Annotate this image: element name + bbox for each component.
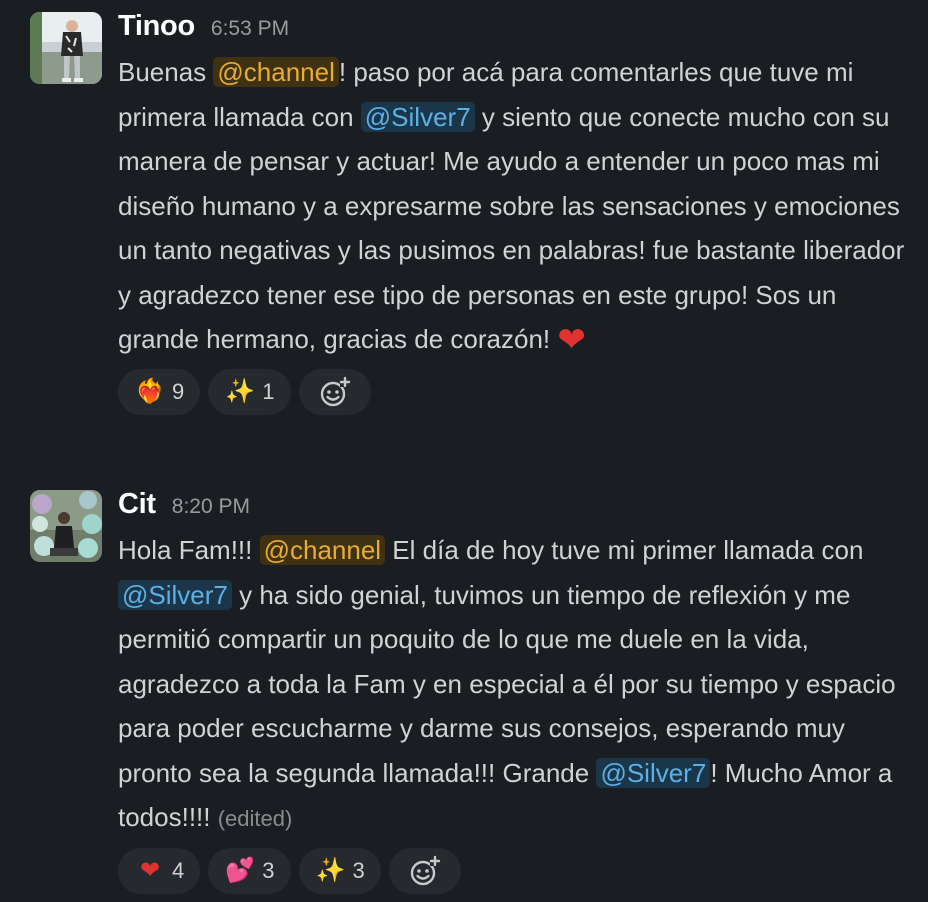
author-name[interactable]: Cit bbox=[118, 488, 156, 521]
text-segment: Hola Fam!!! bbox=[118, 535, 260, 565]
avatar[interactable] bbox=[30, 490, 102, 562]
two-hearts-emoji: 💕 bbox=[225, 856, 256, 884]
reaction-pill[interactable]: ❤‍🔥 9 bbox=[118, 368, 201, 415]
text-segment: El día de hoy tuve mi primer llamada con bbox=[385, 535, 864, 565]
reaction-count: 3 bbox=[262, 857, 275, 883]
sparkles-emoji: ✨ bbox=[315, 856, 346, 884]
reaction-bar: ❤ 4 💕 3 ✨ 3 bbox=[118, 847, 918, 894]
channel-mention[interactable]: @channel bbox=[213, 57, 339, 87]
sparkles-emoji: ✨ bbox=[225, 377, 256, 405]
heart-on-fire-emoji: ❤‍🔥 bbox=[135, 377, 165, 405]
user-mention[interactable]: @Silver7 bbox=[360, 101, 475, 132]
add-reaction-icon bbox=[410, 855, 440, 885]
message-text: Buenas @channel! paso por acá para comen… bbox=[118, 50, 918, 363]
reaction-count: 1 bbox=[262, 378, 275, 404]
message-timestamp[interactable]: 8:20 PM bbox=[172, 495, 250, 519]
reaction-bar: ❤‍🔥 9 ✨ 1 bbox=[118, 368, 918, 415]
user-mention[interactable]: @Silver7 bbox=[118, 579, 232, 610]
message-timestamp[interactable]: 6:53 PM bbox=[211, 17, 289, 41]
user-mention[interactable]: @Silver7 bbox=[596, 757, 711, 788]
add-reaction-icon bbox=[320, 376, 350, 406]
add-reaction-button[interactable] bbox=[298, 368, 371, 415]
text-segment: y siento que conecte mucho con su manera… bbox=[118, 101, 905, 355]
reaction-pill[interactable]: ❤ 4 bbox=[118, 847, 201, 894]
channel-mention[interactable]: @channel bbox=[259, 535, 386, 565]
reaction-pill[interactable]: ✨ 1 bbox=[208, 368, 291, 415]
red-heart-emoji: ❤ bbox=[557, 321, 586, 359]
reaction-pill[interactable]: 💕 3 bbox=[208, 847, 291, 894]
reaction-count: 3 bbox=[352, 857, 365, 883]
text-segment: Buenas bbox=[118, 57, 214, 87]
reaction-count: 9 bbox=[172, 378, 185, 404]
add-reaction-button[interactable] bbox=[388, 847, 461, 894]
message-text: Hola Fam!!! @channel El día de hoy tuve … bbox=[118, 528, 918, 842]
text-segment: y ha sido genial, tuvimos un tiempo de r… bbox=[118, 579, 896, 788]
reaction-count: 4 bbox=[172, 857, 185, 883]
reaction-pill[interactable]: ✨ 3 bbox=[298, 847, 381, 894]
author-name[interactable]: Tinoo bbox=[118, 10, 195, 43]
red-heart-emoji: ❤ bbox=[139, 856, 161, 884]
edited-label: (edited) bbox=[217, 806, 293, 831]
avatar[interactable] bbox=[30, 12, 102, 84]
